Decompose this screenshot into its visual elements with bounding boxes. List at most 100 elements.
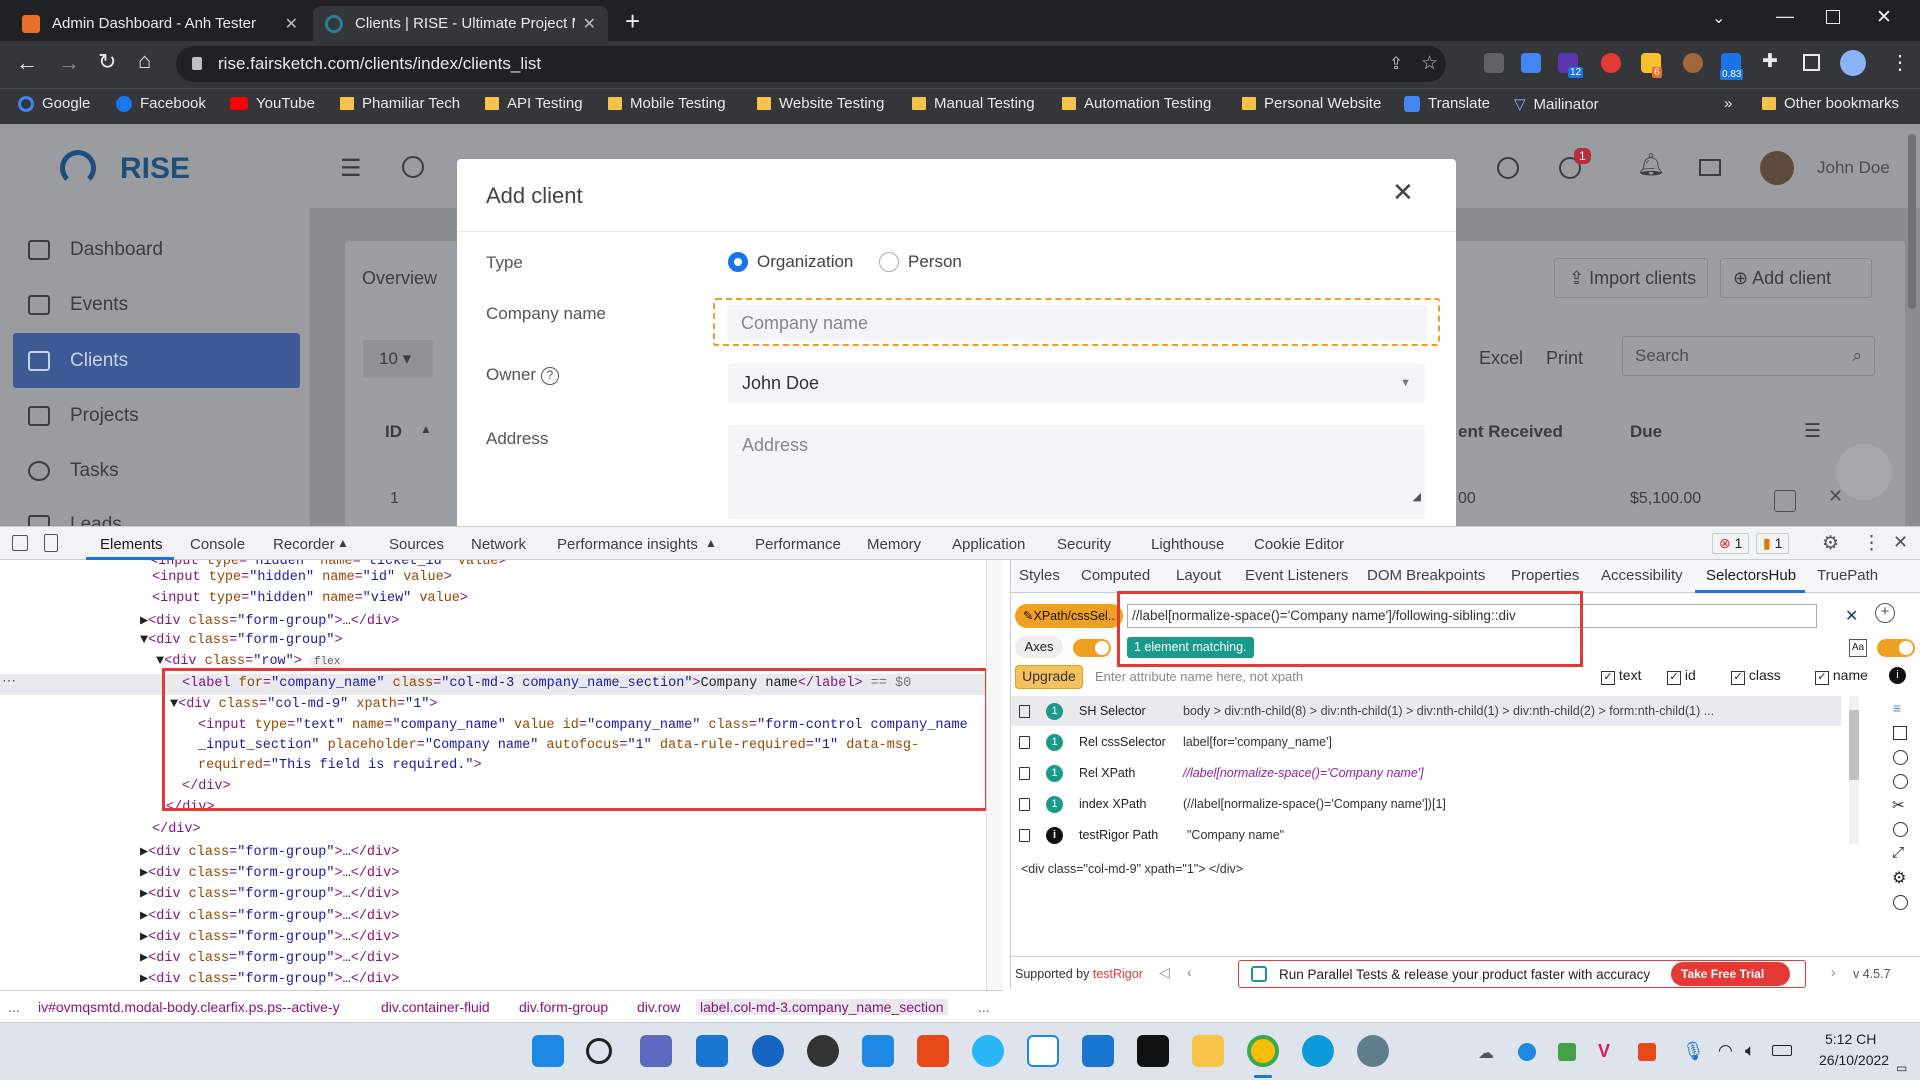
skype-icon[interactable] bbox=[862, 1035, 894, 1067]
table-search-input[interactable]: Search ⌕ bbox=[1622, 336, 1875, 376]
radio-organization-label[interactable]: Organization bbox=[757, 252, 853, 272]
browser-tab[interactable]: Admin Dashboard - Anh Tester ✕ bbox=[10, 6, 310, 41]
dom-node[interactable]: <input type="hidden" name="view" value> bbox=[152, 591, 468, 606]
menu-kebab-icon[interactable]: ⋮ bbox=[1890, 50, 1910, 75]
bookmark-google[interactable]: Google bbox=[18, 95, 90, 112]
home-icon[interactable]: ⌂ bbox=[138, 48, 151, 74]
copy-icon[interactable] bbox=[1019, 797, 1030, 811]
user-name[interactable]: John Doe bbox=[1817, 158, 1890, 178]
dom-node-close[interactable]: </div> bbox=[152, 822, 201, 837]
menu-kebab-icon[interactable]: ⋮ bbox=[1862, 532, 1881, 555]
column-header-id[interactable]: ID bbox=[385, 422, 402, 442]
tab-layout[interactable]: Layout bbox=[1176, 567, 1221, 584]
resize-handle-icon[interactable]: ◢ bbox=[1413, 477, 1421, 517]
tab-cookie-editor[interactable]: Cookie Editor bbox=[1254, 536, 1344, 553]
bookmark-folder[interactable]: Automation Testing bbox=[1062, 95, 1211, 112]
checkbox-name[interactable]: ✓ name bbox=[1815, 667, 1868, 685]
other-bookmarks[interactable]: Other bookmarks bbox=[1762, 95, 1899, 112]
app-icon[interactable] bbox=[752, 1035, 784, 1067]
extension-icon[interactable] bbox=[1601, 53, 1621, 73]
copy-icon[interactable] bbox=[1019, 766, 1030, 780]
dom-node-collapsed[interactable]: ▶<div class="form-group">…</div> bbox=[140, 907, 399, 924]
dom-node-collapsed[interactable]: ▶<div class="form-group">…</div> bbox=[140, 928, 399, 945]
settings-icon[interactable] bbox=[1893, 774, 1908, 789]
puzzle-icon[interactable]: ✚ bbox=[1762, 50, 1778, 73]
selector-row[interactable]: 1 SH Selector body > div:nth-child(8) > … bbox=[1011, 696, 1841, 726]
breadcrumb-item[interactable]: div.container-fluid bbox=[381, 999, 490, 1015]
tray-cloud-icon[interactable]: ☁ bbox=[1478, 1043, 1494, 1063]
checkbox-id[interactable]: ✓ id bbox=[1667, 667, 1696, 685]
selector-row[interactable]: 1 index XPath (//label[normalize-space()… bbox=[1011, 789, 1841, 819]
breadcrumb-item[interactable]: ... bbox=[8, 999, 20, 1015]
bookmark-folder[interactable]: Website Testing bbox=[757, 95, 884, 112]
add-client-button[interactable]: ⊕ Add client bbox=[1720, 258, 1872, 298]
share-icon[interactable]: ⇪ bbox=[1389, 46, 1403, 82]
selector-value[interactable]: "Company name" bbox=[1187, 828, 1284, 842]
tab-performance[interactable]: Performance bbox=[755, 536, 841, 553]
copy-icon[interactable] bbox=[1019, 828, 1030, 842]
breadcrumb-item-active[interactable]: label.col-md-3.company_name_section bbox=[696, 999, 948, 1015]
microphone-icon[interactable]: 🎙︎ bbox=[1682, 1041, 1705, 1062]
copy-icon[interactable] bbox=[1019, 704, 1030, 718]
tab-elements[interactable]: Elements bbox=[100, 536, 163, 553]
dom-node-collapsed[interactable]: ▶<div class="form-group">…</div> bbox=[140, 885, 399, 902]
cookie-ext-icon[interactable] bbox=[1683, 53, 1703, 73]
megaphone-icon[interactable]: ◁ bbox=[1159, 964, 1170, 981]
selector-row[interactable]: 1 Rel cssSelector label[for='company_nam… bbox=[1011, 727, 1841, 757]
print-button[interactable]: Print bbox=[1546, 348, 1583, 369]
tab-security[interactable]: Security bbox=[1057, 536, 1111, 553]
telegram-icon[interactable] bbox=[972, 1035, 1004, 1067]
tab-lighthouse[interactable]: Lighthouse bbox=[1151, 536, 1224, 553]
tab-performance-insights[interactable]: Performance insights bbox=[557, 536, 698, 553]
tray-app-icon[interactable]: V bbox=[1598, 1041, 1610, 1062]
app-s-icon[interactable] bbox=[917, 1035, 949, 1067]
tab-search-icon[interactable]: ⌄ bbox=[1712, 8, 1725, 28]
tab-selectorshub[interactable]: SelectorsHub bbox=[1706, 567, 1796, 584]
tab-computed[interactable]: Computed bbox=[1081, 567, 1150, 584]
window-close-icon[interactable]: ✕ bbox=[1876, 6, 1892, 29]
volume-icon[interactable]: 🔈︎ bbox=[1745, 1041, 1755, 1061]
help-circle-icon[interactable]: ? bbox=[540, 366, 559, 385]
take-free-trial-button[interactable]: Take Free Trial bbox=[1671, 962, 1791, 986]
bookmark-youtube[interactable]: YouTube bbox=[230, 95, 315, 112]
column-header-due[interactable]: Due bbox=[1630, 422, 1662, 442]
tab-styles[interactable]: Styles bbox=[1019, 567, 1060, 584]
bell-icon[interactable]: 🔔︎ bbox=[1637, 152, 1665, 178]
owner-select[interactable]: John Doe ▼ bbox=[728, 363, 1425, 403]
notepad-icon[interactable] bbox=[640, 1035, 672, 1067]
dom-node-collapsed[interactable]: ▶<div class="form-group">…</div> bbox=[140, 864, 399, 881]
axes-button[interactable]: Axes bbox=[1015, 636, 1063, 658]
wifi-icon[interactable]: ◠ bbox=[1718, 1041, 1733, 1061]
tray-app-icon[interactable] bbox=[1638, 1043, 1656, 1061]
clock-time[interactable]: 5:12 CH bbox=[1825, 1031, 1876, 1047]
selector-value[interactable]: //label[normalize-space()='Company name'… bbox=[1183, 766, 1424, 780]
selector-row[interactable]: 1 Rel XPath //label[normalize-space()='C… bbox=[1011, 758, 1841, 788]
sidepanel-icon[interactable] bbox=[1803, 54, 1820, 71]
close-icon[interactable]: ✕ bbox=[583, 14, 596, 34]
check-circle-icon[interactable] bbox=[402, 156, 424, 178]
history-icon[interactable] bbox=[1893, 895, 1908, 910]
dom-node-collapsed[interactable]: ▶<div class="form-group">…</div> bbox=[140, 949, 399, 966]
dom-node-collapsed[interactable]: ▶<div class="form-group">…</div> bbox=[140, 970, 399, 987]
node-options-icon[interactable]: ⋯ bbox=[2, 672, 16, 689]
close-icon[interactable]: ✕ bbox=[285, 14, 298, 34]
bookmark-folder[interactable]: Personal Website bbox=[1242, 95, 1381, 112]
tray-zalo-icon[interactable] bbox=[1518, 1043, 1536, 1061]
breadcrumb-item[interactable]: iv#ovmqsmtd.modal-body.clearfix.ps.ps--a… bbox=[38, 999, 340, 1015]
globe-icon[interactable] bbox=[1497, 157, 1519, 179]
tab-sources[interactable]: Sources bbox=[389, 536, 444, 553]
clock-date[interactable]: 26/10/2022 bbox=[1819, 1052, 1889, 1068]
radio-person[interactable] bbox=[879, 252, 899, 272]
import-clients-button[interactable]: ⇪ Import clients bbox=[1554, 258, 1708, 298]
attribute-input[interactable]: Enter attribute name here, not xpath bbox=[1091, 666, 1481, 688]
chrome-icon[interactable] bbox=[1247, 1035, 1279, 1067]
minimize-icon[interactable]: — bbox=[1776, 6, 1794, 27]
chat-bubble-icon[interactable] bbox=[1836, 444, 1892, 500]
page-size-select[interactable]: 10 ▾ bbox=[363, 340, 433, 378]
sidebar-item-projects[interactable]: Projects bbox=[28, 405, 139, 427]
tab-network[interactable]: Network bbox=[471, 536, 526, 553]
info-icon[interactable]: i bbox=[1889, 667, 1906, 684]
clear-query-icon[interactable]: ✕ bbox=[1845, 606, 1858, 626]
dom-node-collapsed[interactable]: ▶<div class="form-group">…</div> bbox=[140, 612, 399, 629]
bookmark-facebook[interactable]: Facebook bbox=[116, 95, 206, 112]
